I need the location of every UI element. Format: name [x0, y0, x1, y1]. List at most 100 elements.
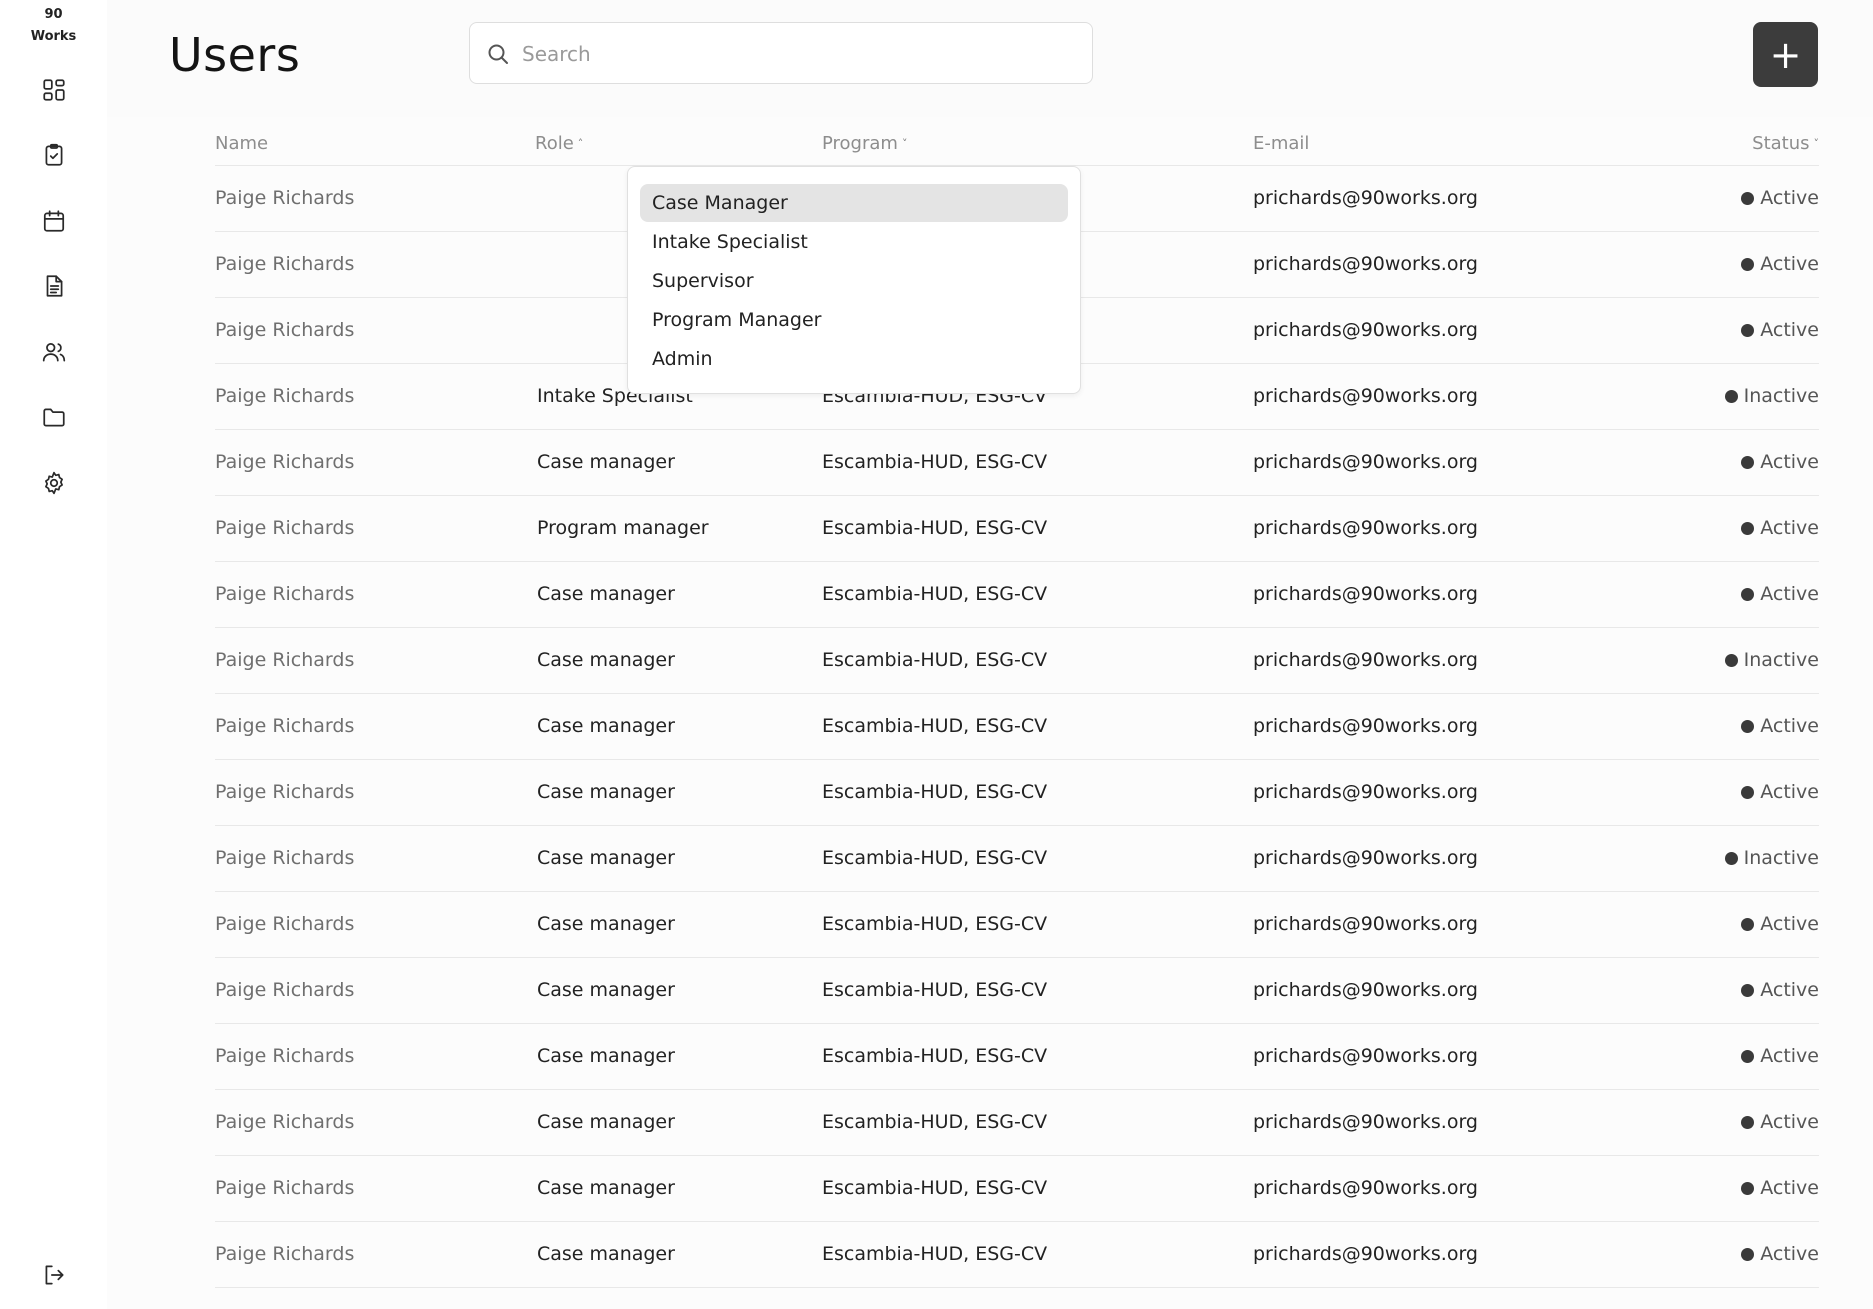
cell-name: Paige Richards [215, 583, 355, 605]
table-row[interactable]: Paige Richards Case manager Escambia-HUD, … [215, 693, 1819, 759]
table-row[interactable]: Paige Richards Case manager Escambia-HUD, … [215, 891, 1819, 957]
status-dot-icon [1724, 389, 1738, 403]
cell-role: Case manager [537, 649, 675, 671]
cell-email: prichards@90works.org [1253, 583, 1478, 605]
cell-program: Escambia-HUD, ESG-CV [822, 517, 1048, 539]
status-label: Active [1760, 913, 1819, 935]
sidebar-item-calendar[interactable] [38, 205, 70, 237]
status-dot-icon [1724, 851, 1738, 865]
table-header: Name Role ˄ Program ˅ E-mail Status ˅ [215, 117, 1819, 165]
status-badge: Active [1741, 319, 1819, 341]
status-dot-icon [1741, 587, 1755, 601]
sidebar-item-documents[interactable] [38, 270, 70, 302]
cell-program: Escambia-HUD, ESG-CV [822, 979, 1048, 1001]
cell-program: Escambia-HUD, ESG-CV [822, 913, 1048, 935]
role-option-case-manager[interactable]: Case Manager [640, 184, 1068, 222]
cell-role: Case manager [537, 715, 675, 737]
status-dot-icon [1741, 257, 1755, 271]
column-header-role[interactable]: Role ˄ [535, 133, 583, 154]
status-badge: Active [1741, 583, 1819, 605]
sidebar-item-users[interactable] [38, 336, 70, 368]
column-header-program-label: Program [822, 133, 898, 154]
role-dropdown: Case Manager Intake Specialist Superviso… [627, 166, 1081, 394]
cell-email: prichards@90works.org [1253, 1243, 1478, 1265]
table-row[interactable]: Paige Richards Case manager Escambia-HUD, … [215, 561, 1819, 627]
cell-name: Paige Richards [215, 979, 355, 1001]
column-header-name[interactable]: Name [215, 133, 268, 154]
sidebar-item-folders[interactable] [38, 401, 70, 433]
column-header-email-label: E-mail [1253, 133, 1310, 154]
status-badge: Inactive [1724, 649, 1819, 671]
status-label: Active [1760, 451, 1819, 473]
status-badge: Active [1741, 517, 1819, 539]
status-dot-icon [1741, 455, 1755, 469]
cell-name: Paige Richards [215, 1243, 355, 1265]
table-row[interactable]: Paige Richards Case manager Escambia-HUD, … [215, 627, 1819, 693]
table-row[interactable]: Paige Richards Case manager Escambia-HUD, … [215, 1089, 1819, 1155]
cell-email: prichards@90works.org [1253, 781, 1478, 803]
table-row[interactable]: Paige Richards Case manager Escambia-HUD, … [215, 825, 1819, 891]
cell-email: prichards@90works.org [1253, 319, 1478, 341]
cell-program: Escambia-HUD, ESG-CV [822, 1243, 1048, 1265]
cell-email: prichards@90works.org [1253, 451, 1478, 473]
status-badge: Active [1741, 1177, 1819, 1199]
page-title: Users [169, 28, 301, 82]
cell-name: Paige Richards [215, 649, 355, 671]
column-header-status[interactable]: Status ˅ [1752, 133, 1819, 154]
status-label: Inactive [1743, 649, 1819, 671]
cell-program: Escambia-HUD, ESG-CV [822, 1111, 1048, 1133]
cell-program: Escambia-HUD, ESG-CV [822, 583, 1048, 605]
logo: 90 Works [0, 4, 107, 48]
role-option-admin[interactable]: Admin [640, 340, 1068, 378]
column-header-role-label: Role [535, 133, 574, 154]
table-row[interactable]: Paige Richards Case manager Escambia-HUD, … [215, 1155, 1819, 1221]
role-option-program-manager[interactable]: Program Manager [640, 301, 1068, 339]
table-row[interactable]: Paige Richards Case manager Escambia-HUD, … [215, 429, 1819, 495]
users-icon [42, 343, 66, 362]
cell-email: prichards@90works.org [1253, 1111, 1478, 1133]
cell-name: Paige Richards [215, 1111, 355, 1133]
status-dot-icon [1741, 983, 1755, 997]
search-box[interactable] [469, 22, 1093, 84]
table-row[interactable]: Paige Richards Program manager Escambia-HU… [215, 495, 1819, 561]
column-header-name-label: Name [215, 133, 269, 154]
cell-program: Escambia-HUD, ESG-CV [822, 649, 1048, 671]
table-row[interactable]: Paige Richards Case manager Escambia-HUD, … [215, 1221, 1819, 1288]
column-header-email[interactable]: E-mail [1253, 133, 1309, 154]
sidebar-item-tasks[interactable] [38, 139, 70, 171]
status-label: Active [1760, 1243, 1819, 1265]
cell-email: prichards@90works.org [1253, 715, 1478, 737]
sidebar-item-dashboard[interactable] [38, 74, 70, 106]
cell-name: Paige Richards [215, 715, 355, 737]
table-row[interactable]: Paige Richards Case manager Escambia-HUD, … [215, 957, 1819, 1023]
sidebar-item-settings[interactable] [38, 467, 70, 499]
logout-button[interactable] [38, 1259, 70, 1291]
cell-name: Paige Richards [215, 187, 355, 209]
cell-name: Paige Richards [215, 781, 355, 803]
clipboard-check-icon [45, 143, 63, 166]
cell-email: prichards@90works.org [1253, 847, 1478, 869]
status-dot-icon [1741, 191, 1755, 205]
role-option-intake-specialist[interactable]: Intake Specialist [640, 223, 1068, 261]
logout-icon [45, 1265, 64, 1285]
column-header-program[interactable]: Program ˅ [822, 133, 907, 154]
cell-name: Paige Richards [215, 1045, 355, 1067]
cell-email: prichards@90works.org [1253, 1045, 1478, 1067]
cell-role: Case manager [537, 1243, 675, 1265]
cell-role: Case manager [537, 847, 675, 869]
role-option-supervisor[interactable]: Supervisor [640, 262, 1068, 300]
search-input[interactable] [520, 35, 1074, 73]
cell-program: Escambia-HUD, ESG-CV [822, 781, 1048, 803]
status-dot-icon [1741, 323, 1755, 337]
calendar-icon [43, 210, 65, 232]
status-badge: Active [1741, 979, 1819, 1001]
status-dot-icon [1741, 1181, 1755, 1195]
status-dot-icon [1741, 719, 1755, 733]
status-label: Active [1760, 583, 1819, 605]
table-row[interactable]: Paige Richards Case manager Escambia-HUD, … [215, 1023, 1819, 1089]
add-user-button[interactable]: + [1753, 22, 1818, 87]
status-badge: Active [1741, 913, 1819, 935]
settings-icon [45, 471, 63, 495]
search-icon [488, 44, 508, 64]
table-row[interactable]: Paige Richards Case manager Escambia-HUD, … [215, 759, 1819, 825]
